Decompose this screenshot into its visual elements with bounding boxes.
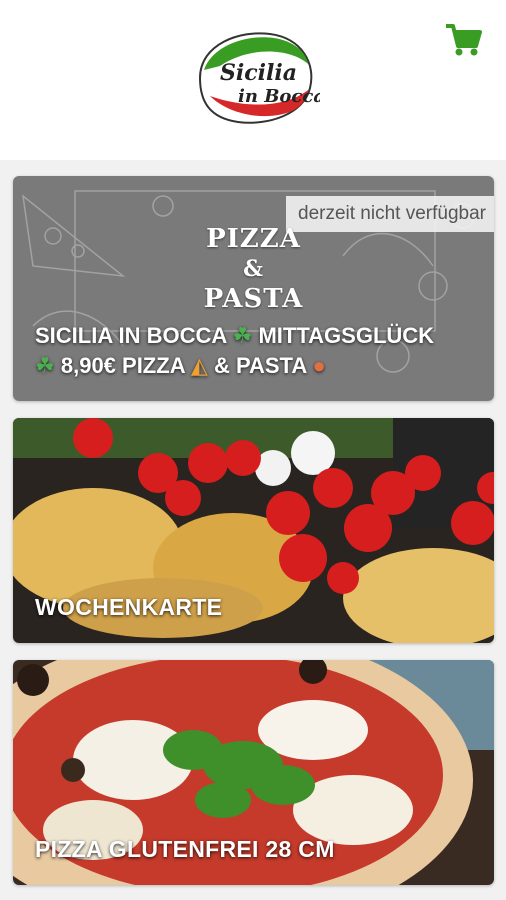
svg-text:in Bocca: in Bocca bbox=[238, 86, 320, 107]
promo-line-1-a: SICILIA IN BOCCA bbox=[35, 323, 227, 348]
clover-icon: ☘ bbox=[35, 353, 55, 378]
pasta-bowl-icon: ● bbox=[312, 353, 326, 378]
menu-card-wochenkarte[interactable]: WOCHENKARTE bbox=[13, 418, 494, 643]
clover-icon: ☘ bbox=[232, 323, 253, 348]
app-header: Sicilia in Bocca bbox=[0, 0, 506, 160]
svg-text:Sicilia: Sicilia bbox=[220, 60, 297, 86]
promo-line-1: SICILIA IN BOCCA ☘ MITTAGSGLÜCK bbox=[35, 323, 434, 349]
card-title-wochenkarte: WOCHENKARTE bbox=[35, 594, 223, 620]
card-title-pizza-glutenfrei: PIZZA GLUTENFREI 28 CM bbox=[35, 836, 335, 862]
promo-line-2-b: & PASTA bbox=[213, 353, 307, 378]
shopping-cart-icon[interactable] bbox=[444, 22, 482, 58]
promo-line-2-a: 8,90€ PIZZA bbox=[60, 353, 185, 378]
promo-heading-pasta: PASTA bbox=[203, 284, 304, 314]
promo-heading-pizza: PIZZA bbox=[206, 224, 301, 254]
menu-card-pizza-glutenfrei[interactable]: PIZZA GLUTENFREI 28 CM bbox=[13, 660, 494, 885]
pizza-slice-icon: ◭ bbox=[190, 353, 208, 378]
logo-emblem: Sicilia in Bocca bbox=[198, 32, 320, 124]
promo-card-mittagsglueck[interactable]: derzeit nicht verfügbar PIZZA & PASTA SI… bbox=[13, 176, 494, 401]
promo-heading-and: & bbox=[243, 256, 264, 282]
promo-line-2: ☘ 8,90€ PIZZA ◭ & PASTA ● bbox=[35, 353, 326, 379]
restaurant-logo: Sicilia in Bocca bbox=[190, 26, 320, 130]
promo-line-1-b: MITTAGSGLÜCK bbox=[258, 323, 435, 348]
